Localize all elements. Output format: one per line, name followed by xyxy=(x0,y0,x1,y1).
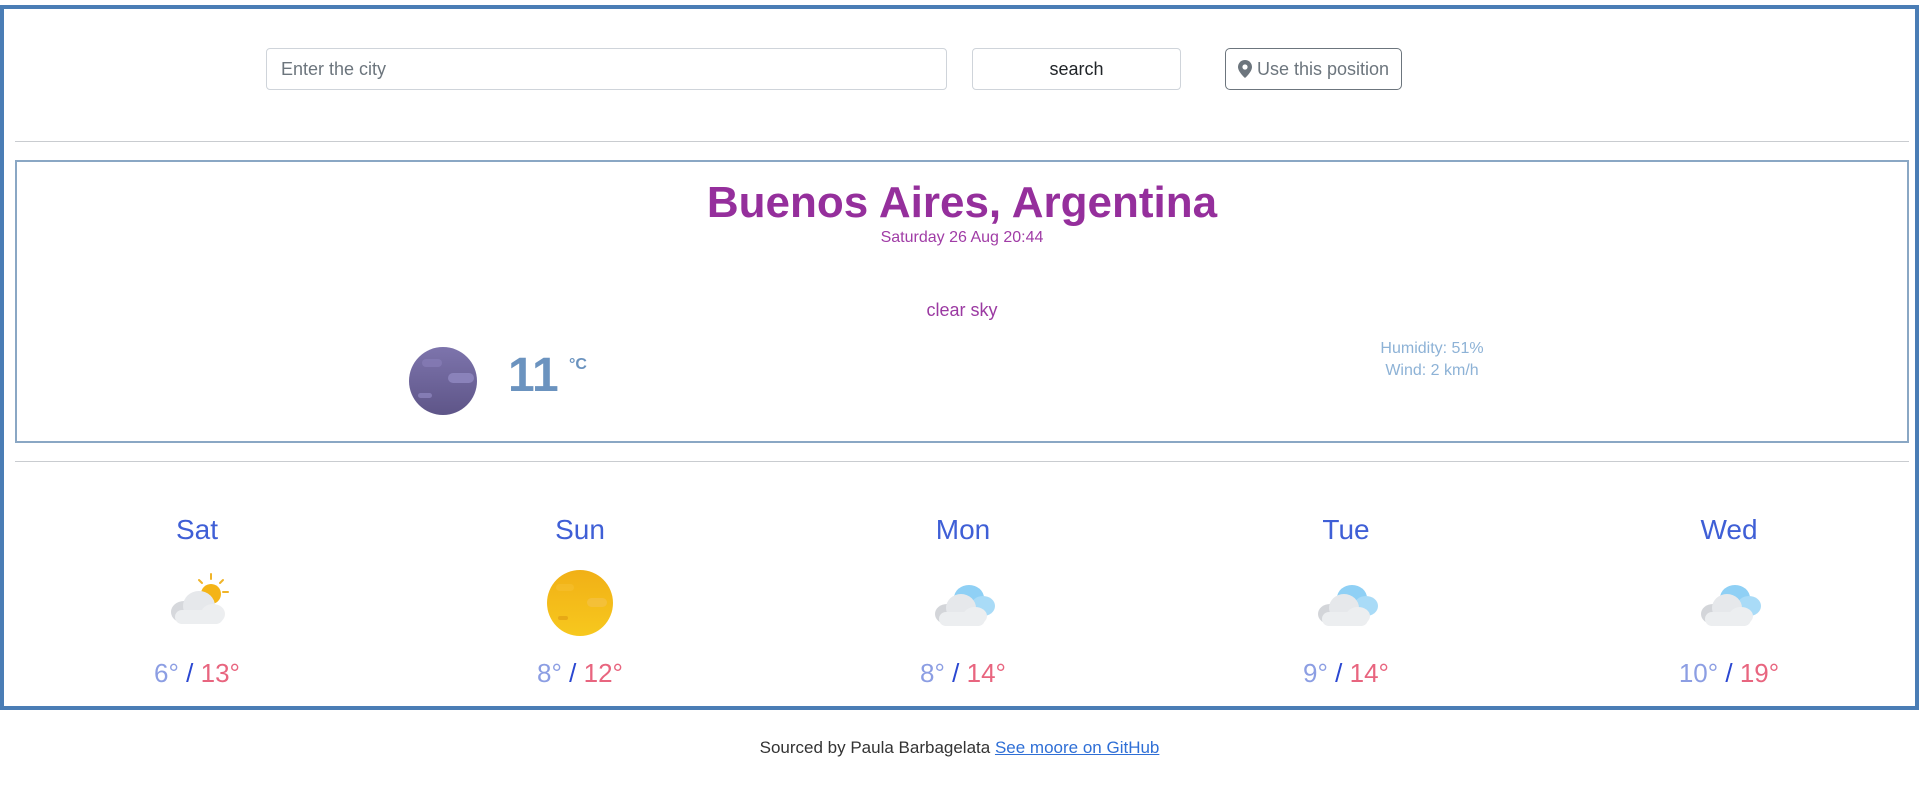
search-button[interactable]: search xyxy=(972,48,1181,90)
use-position-label: Use this position xyxy=(1256,58,1390,79)
cloudy-icon xyxy=(1701,585,1761,626)
humidity-value: Humidity: 51% xyxy=(1380,340,1484,357)
forecast-day-name: Sun xyxy=(555,514,605,545)
forecast-separator: / xyxy=(952,658,960,688)
forecast-min: 8° xyxy=(920,658,945,688)
forecast-day-name: Sat xyxy=(175,514,219,545)
temperature-unit: °C xyxy=(569,356,587,373)
forecast-min: 6° xyxy=(154,658,179,688)
forecast-max: 14° xyxy=(1349,658,1389,688)
forecast-temps: 8° / 12° xyxy=(480,658,680,689)
forecast-day: Tue 9° / 14° xyxy=(1246,514,1446,689)
forecast-max: 12° xyxy=(583,658,623,688)
forecast-max: 13° xyxy=(200,658,240,688)
forecast-day: Wed 10° / 19° xyxy=(1629,514,1829,689)
weather-description: clear sky xyxy=(926,300,998,320)
forecast-max: 14° xyxy=(966,658,1006,688)
forecast-day: Sat 6° / 13° xyxy=(97,514,297,689)
footer: Sourced by Paula Barbagelata See moore o… xyxy=(0,738,1919,758)
cloudy-icon xyxy=(1318,585,1378,626)
github-link[interactable]: See moore on GitHub xyxy=(995,738,1159,757)
app-container: search Use this position Buenos Aires, A… xyxy=(0,5,1919,710)
forecast-separator: / xyxy=(1335,658,1343,688)
moon-icon xyxy=(408,346,478,416)
forecast-temps: 10° / 19° xyxy=(1629,658,1829,689)
divider-top xyxy=(15,141,1909,142)
forecast-min: 9° xyxy=(1303,658,1328,688)
divider-bottom xyxy=(15,461,1909,462)
forecast-day-name: Tue xyxy=(1322,514,1370,545)
city-search-input[interactable] xyxy=(266,48,947,90)
current-temperature: 11 xyxy=(508,349,559,402)
sun-icon xyxy=(547,570,613,636)
date-time: Saturday 26 Aug 20:44 xyxy=(880,229,1044,246)
map-pin-icon xyxy=(1237,60,1252,78)
forecast-temps: 6° / 13° xyxy=(97,658,297,689)
city-title: Buenos Aires, Argentina xyxy=(706,178,1218,227)
search-form: search Use this position xyxy=(4,48,1915,90)
forecast-temps: 8° / 14° xyxy=(863,658,1063,689)
forecast-day-name: Mon xyxy=(935,514,991,545)
wind-value: Wind: 2 km/h xyxy=(1385,362,1479,379)
cloudy-icon xyxy=(935,585,995,626)
forecast-max: 19° xyxy=(1739,658,1780,688)
forecast-min: 10° xyxy=(1678,658,1719,688)
partly-cloudy-sun-icon xyxy=(171,573,229,624)
weather-details: Humidity: 51% Wind: 2 km/h xyxy=(1362,338,1502,382)
use-position-button[interactable]: Use this position xyxy=(1225,48,1402,90)
forecast-separator: / xyxy=(186,658,194,688)
forecast-min: 8° xyxy=(537,658,562,688)
forecast-separator: / xyxy=(569,658,577,688)
forecast-day-name: Wed xyxy=(1700,514,1758,545)
forecast-separator: / xyxy=(1725,658,1733,688)
forecast-day: Mon 8° / 14° xyxy=(863,514,1063,689)
current-weather-card: Buenos Aires, Argentina Saturday 26 Aug … xyxy=(15,160,1909,443)
forecast-temps: 9° / 14° xyxy=(1246,658,1446,689)
forecast-day: Sun 8° / 12° xyxy=(480,514,680,689)
footer-credit: Sourced by Paula Barbagelata xyxy=(759,738,991,757)
